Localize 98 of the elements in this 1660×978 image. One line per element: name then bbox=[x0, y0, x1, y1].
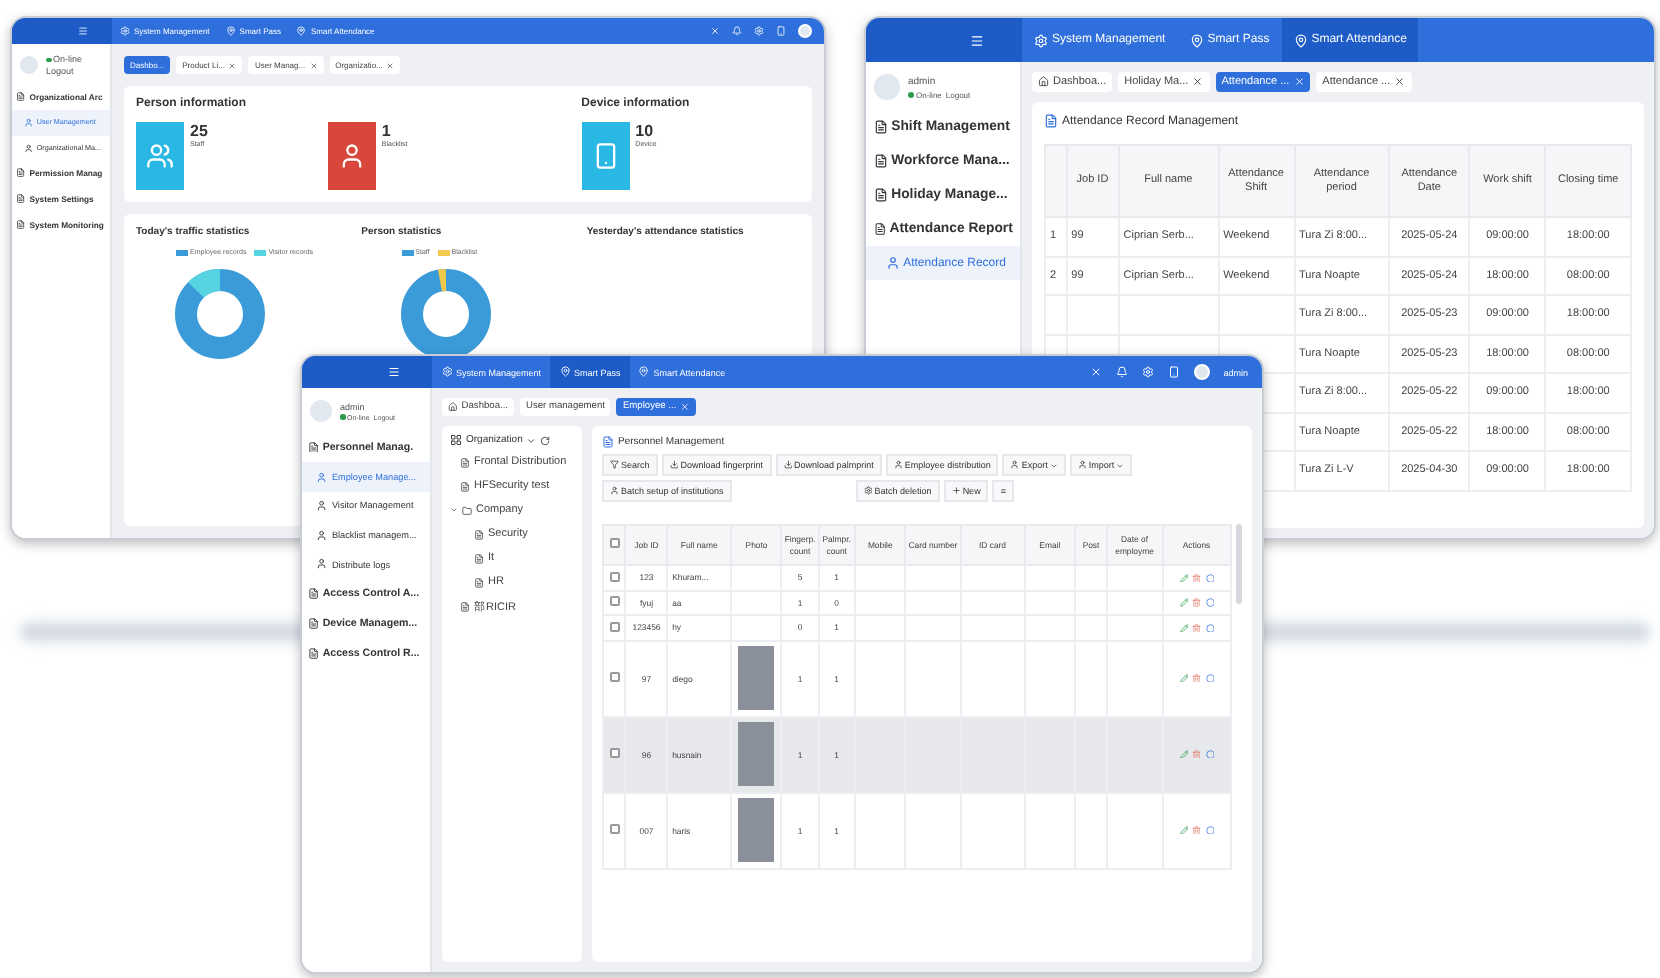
avatar bbox=[18, 54, 40, 76]
checkbox[interactable] bbox=[609, 824, 620, 834]
menu-icon bbox=[387, 366, 400, 378]
pin-icon bbox=[1293, 33, 1308, 47]
circle-icon bbox=[1205, 825, 1215, 835]
edit-icon bbox=[1179, 673, 1189, 683]
edit-icon bbox=[1179, 598, 1189, 607]
home-icon bbox=[1038, 76, 1049, 88]
close-icon bbox=[1089, 366, 1102, 378]
home-icon bbox=[448, 402, 458, 412]
document-icon bbox=[474, 553, 484, 563]
trash-icon bbox=[1192, 573, 1202, 582]
trash-icon bbox=[1192, 749, 1202, 759]
document-icon bbox=[307, 441, 319, 453]
menu-icon bbox=[77, 26, 87, 36]
document-icon bbox=[460, 481, 470, 491]
download-icon bbox=[669, 460, 679, 470]
edit-icon bbox=[1179, 623, 1189, 632]
document-icon bbox=[16, 168, 26, 178]
person-icon bbox=[885, 256, 900, 270]
phone-icon bbox=[776, 26, 786, 36]
person-icon bbox=[1010, 460, 1020, 470]
person-icon bbox=[316, 558, 328, 570]
document-icon bbox=[307, 588, 319, 600]
person-icon bbox=[337, 142, 366, 170]
document-icon bbox=[460, 457, 470, 467]
phone-icon bbox=[1167, 366, 1180, 378]
circle-icon bbox=[1205, 573, 1215, 582]
person-icon bbox=[893, 460, 903, 470]
pin-icon bbox=[559, 366, 571, 378]
document-icon bbox=[16, 194, 26, 204]
settings-icon bbox=[754, 26, 764, 36]
checkbox[interactable] bbox=[609, 538, 620, 549]
edit-icon bbox=[1179, 749, 1189, 759]
pin-icon bbox=[638, 366, 650, 378]
checkbox[interactable] bbox=[609, 672, 620, 682]
document-icon bbox=[873, 188, 888, 202]
avatar bbox=[872, 72, 902, 102]
count: 25 bbox=[190, 122, 208, 140]
folder-icon bbox=[462, 505, 472, 515]
gear-icon bbox=[120, 26, 130, 36]
count: 10 bbox=[635, 122, 656, 140]
document-icon bbox=[474, 577, 484, 587]
close-icon bbox=[680, 402, 690, 412]
document-icon bbox=[16, 92, 26, 102]
gear-icon bbox=[863, 486, 873, 496]
person-icon bbox=[1077, 460, 1087, 470]
document-icon bbox=[16, 220, 26, 230]
pin-icon bbox=[1189, 33, 1204, 47]
trash-icon bbox=[1192, 825, 1202, 835]
download-icon bbox=[783, 460, 793, 470]
pin-icon bbox=[225, 26, 236, 36]
circle-icon bbox=[1205, 598, 1215, 607]
pin-icon bbox=[296, 26, 307, 36]
grid-icon bbox=[450, 434, 462, 446]
document-icon bbox=[1044, 114, 1058, 128]
circle-icon bbox=[1205, 749, 1215, 759]
document-icon bbox=[602, 436, 614, 448]
checkbox[interactable] bbox=[609, 748, 620, 758]
edit-icon bbox=[1179, 573, 1189, 582]
document-icon bbox=[873, 120, 888, 134]
document-icon bbox=[873, 222, 886, 236]
person-icon bbox=[316, 500, 328, 512]
bell-icon bbox=[1115, 366, 1128, 378]
checkbox[interactable] bbox=[609, 571, 620, 582]
avatar bbox=[1193, 364, 1210, 380]
gear-icon bbox=[1034, 33, 1048, 47]
trash-icon bbox=[1192, 623, 1202, 632]
trash-icon bbox=[1192, 598, 1202, 607]
checkbox[interactable] bbox=[609, 596, 620, 607]
person-icon bbox=[316, 471, 328, 483]
filter-icon bbox=[610, 460, 619, 470]
count: 1 bbox=[381, 122, 393, 140]
gear-icon bbox=[441, 366, 452, 378]
person-icon bbox=[610, 486, 619, 496]
settings-icon bbox=[1141, 366, 1154, 378]
donut-chart-drawing bbox=[172, 266, 268, 362]
refresh-icon bbox=[540, 435, 551, 445]
avatar bbox=[308, 398, 334, 424]
caret-icon bbox=[526, 435, 537, 445]
document-icon bbox=[307, 618, 319, 630]
menu-icon bbox=[969, 33, 983, 47]
person-icon bbox=[23, 118, 33, 128]
person-icon bbox=[316, 529, 328, 541]
circle-icon bbox=[1205, 673, 1215, 683]
person-icon bbox=[146, 142, 174, 170]
bell-icon bbox=[732, 26, 742, 36]
phone-icon bbox=[591, 142, 620, 170]
document-icon bbox=[307, 648, 319, 660]
avatar bbox=[798, 24, 812, 38]
trash-icon bbox=[1192, 673, 1202, 683]
person-icon bbox=[23, 143, 33, 153]
checkbox[interactable] bbox=[609, 621, 620, 632]
circle-icon bbox=[1205, 623, 1215, 632]
document-icon bbox=[460, 602, 470, 612]
edit-icon bbox=[1179, 825, 1189, 835]
document-icon bbox=[474, 529, 484, 539]
document-icon bbox=[873, 154, 888, 168]
